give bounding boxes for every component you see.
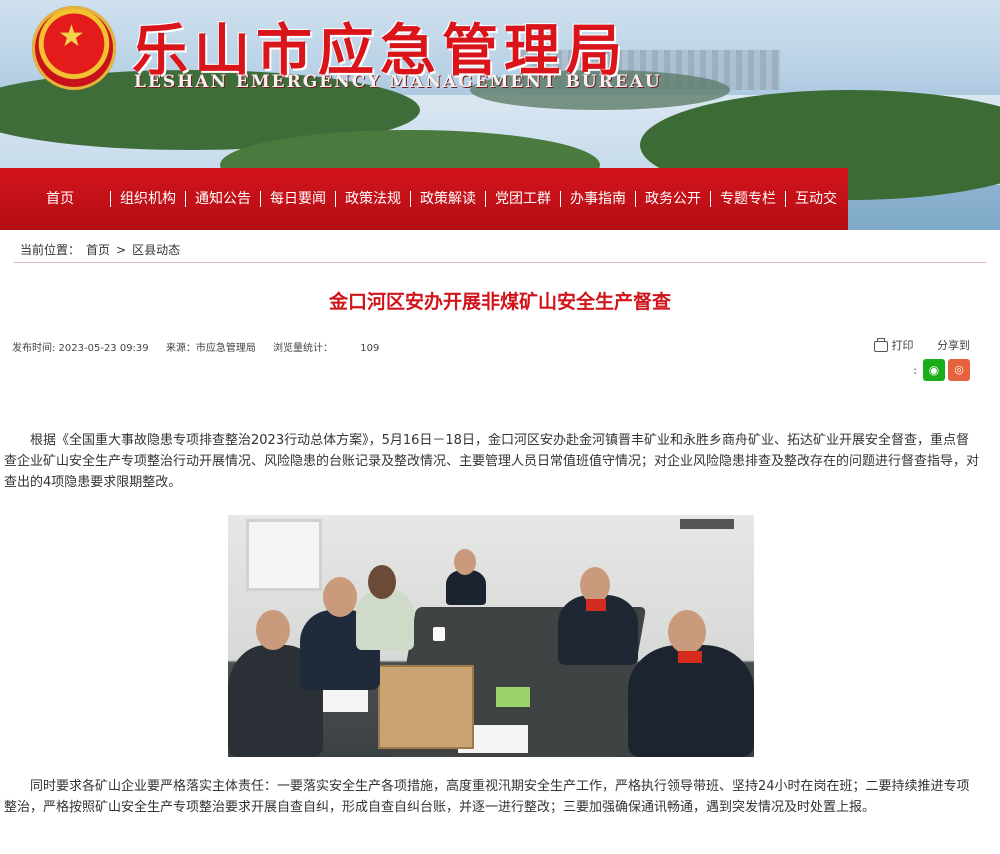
publish-time: 发布时间: 2023-05-23 09:39 <box>12 343 149 354</box>
nav-item-service-guide[interactable]: 办事指南 <box>561 191 636 207</box>
views-label: 浏览量统计： <box>273 343 334 354</box>
nav-item-daily-news[interactable]: 每日要闻 <box>261 191 336 207</box>
nav-item-interaction[interactable]: 互动交 <box>786 191 846 207</box>
views-count: 109 <box>360 343 380 354</box>
article-photo <box>228 515 754 757</box>
breadcrumb: 当前位置： 首页 > 区县动态 <box>20 241 186 258</box>
nav-item-party-groups[interactable]: 党团工群 <box>486 191 561 207</box>
nav-item-home[interactable]: 首页 <box>20 191 111 207</box>
article-meta: 发布时间: 2023-05-23 09:39 来源：市应急管理局 浏览量统计： … <box>12 339 393 354</box>
wechat-icon[interactable]: ◉ <box>923 359 945 381</box>
breadcrumb-current-link[interactable]: 区县动态 <box>132 243 180 257</box>
breadcrumb-prefix: 当前位置： <box>20 243 81 257</box>
divider <box>14 262 986 263</box>
share-label: 分享到 <box>937 339 970 352</box>
nav-item-government-disclosure[interactable]: 政务公开 <box>636 191 711 207</box>
article-title: 金口河区安办开展非煤矿山安全生产督查 <box>328 291 671 313</box>
print-label: 打印 <box>891 339 914 352</box>
article-paragraph: 同时要求各矿山企业要严格落实主体责任：一要落实安全生产各项措施，高度重视汛期安全… <box>4 779 970 815</box>
share-buttons: : ◉ ◎ <box>913 359 970 381</box>
printer-icon <box>873 337 888 352</box>
nav-item-regulations[interactable]: 政策法规 <box>336 191 411 207</box>
article-source: 来源：市应急管理局 <box>165 343 256 354</box>
national-emblem-logo: ★ <box>32 6 116 90</box>
article-paragraph: 根据《全国重大事故隐患专项排查整治2023行动总体方案》，5月16日－18日，金… <box>4 433 980 490</box>
nav-item-special-topics[interactable]: 专题专栏 <box>711 191 786 207</box>
star-icon: ★ <box>58 19 85 54</box>
breadcrumb-home-link[interactable]: 首页 <box>86 243 110 257</box>
breadcrumb-separator: > <box>116 243 127 257</box>
share-colon: : <box>913 363 917 377</box>
site-subtitle: LESHAN EMERGENCY MANAGEMENT BUREAU <box>134 72 662 92</box>
main-nav: 首页 组织机构 通知公告 每日要闻 政策法规 政策解读 党团工群 办事指南 政务… <box>0 168 848 230</box>
weibo-icon[interactable]: ◎ <box>948 359 970 381</box>
article-tools: 打印 分享到 <box>873 337 970 353</box>
nav-item-policy-interpretation[interactable]: 政策解读 <box>411 191 486 207</box>
nav-item-organization[interactable]: 组织机构 <box>111 191 186 207</box>
nav-item-notices[interactable]: 通知公告 <box>186 191 261 207</box>
print-button[interactable]: 打印 <box>873 337 914 352</box>
